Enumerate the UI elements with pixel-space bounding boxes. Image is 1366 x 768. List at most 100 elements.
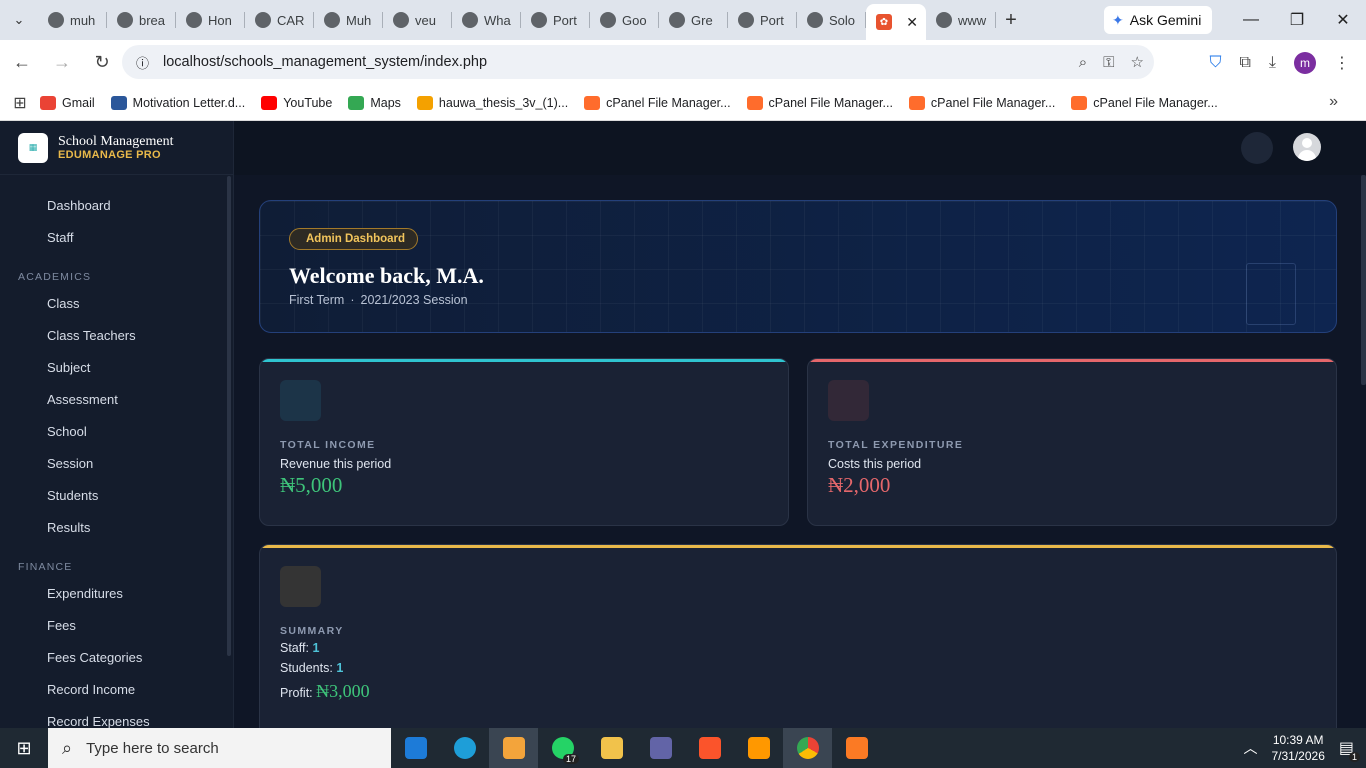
bookmark-icon [1071, 95, 1088, 110]
bookmark-item[interactable]: cPanel File Manager... [908, 95, 1056, 110]
clock[interactable]: 10:39 AM 7/31/2026 [1271, 732, 1324, 764]
windows-taskbar: ⊞ ⌕ Type here to search 17 ︿ 10:39 AM 7/… [0, 728, 1366, 768]
tab[interactable]: Muh [314, 0, 383, 40]
brand-subtitle: EDUMANAGE PRO [58, 149, 161, 161]
tab[interactable]: Port [728, 0, 797, 40]
shield-extension-icon[interactable]: ⛉ [1209, 54, 1221, 72]
clock-time: 10:39 AM [1272, 733, 1324, 747]
tab[interactable]: muh [38, 0, 107, 40]
welcome-banner: Admin Dashboard Welcome back, M.A. First… [259, 200, 1337, 333]
teams-app-icon[interactable] [636, 728, 685, 768]
back-button[interactable]: ← [4, 45, 40, 81]
sidebar-item-record-income[interactable]: Record Income [0, 673, 233, 705]
tab[interactable]: Hon [176, 0, 245, 40]
sidebar-item-session[interactable]: Session [0, 447, 233, 479]
bookmark-star-icon[interactable]: ☆ [1131, 53, 1144, 71]
tab-search-chevron-icon[interactable]: ⌄ [0, 0, 38, 40]
file-explorer-icon[interactable] [587, 728, 636, 768]
notification-icon[interactable]: ▤ 1 [1339, 738, 1360, 762]
sidebar-item-results[interactable]: Results [0, 511, 233, 543]
tab-trailing[interactable]: www [926, 0, 996, 40]
minimize-button[interactable]: — [1228, 0, 1274, 40]
sidebar-item-class-teachers[interactable]: Class Teachers [0, 319, 233, 351]
taskbar-search[interactable]: ⌕ Type here to search [48, 728, 391, 768]
theme-toggle-button[interactable] [1241, 132, 1273, 164]
tab[interactable]: Solo [797, 0, 866, 40]
zoom-icon[interactable]: ⌕ [1079, 54, 1087, 71]
bookmark-label: cPanel File Manager... [930, 95, 1056, 110]
store-app-icon[interactable] [489, 728, 538, 768]
sidebar-item-fees-categories[interactable]: Fees Categories [0, 641, 233, 673]
bookmark-item[interactable]: Maps [348, 95, 401, 110]
key-icon[interactable]: ⚿ [1103, 54, 1114, 71]
total-income-card: TOTAL INCOME Revenue this period ₦5,000 [259, 358, 789, 526]
sidebar-item-assessment[interactable]: Assessment [0, 383, 233, 415]
bookmark-item[interactable]: Gmail [40, 95, 95, 110]
banner-decoration [1246, 263, 1296, 325]
app-topbar [234, 121, 1366, 175]
forward-button[interactable]: → [44, 45, 80, 81]
bookmark-item[interactable]: cPanel File Manager... [584, 95, 731, 110]
reload-button[interactable]: ↻ [84, 45, 120, 81]
main-scrollbar[interactable] [1361, 175, 1366, 385]
tab[interactable]: CAR [245, 0, 314, 40]
bookmark-item[interactable]: Motivation Letter.d... [110, 95, 245, 110]
bookmark-label: YouTube [283, 95, 333, 110]
tab[interactable]: veu [383, 0, 452, 40]
sidebar-item-fees[interactable]: Fees [0, 609, 233, 641]
ask-gemini-button[interactable]: ✦ Ask Gemini [1104, 6, 1212, 34]
bookmark-item[interactable]: hauwa_thesis_3v_(1)... [416, 95, 568, 110]
extensions-puzzle-icon[interactable]: ⧉ [1239, 54, 1250, 72]
tab[interactable]: Goo [590, 0, 659, 40]
tab-active[interactable]: ✿ ✕ [866, 4, 926, 40]
address-bar[interactable]: ⓘ localhost/schools_management_system/in… [122, 45, 1154, 79]
income-label: TOTAL INCOME [280, 439, 376, 451]
new-tab-button[interactable]: + [996, 0, 1026, 40]
gemini-icon [531, 12, 547, 28]
sidebar-scrollbar[interactable] [227, 176, 231, 656]
download-icon[interactable]: ⤓ [1269, 54, 1276, 72]
tab[interactable]: Port [521, 0, 590, 40]
bookmark-item[interactable]: cPanel File Manager... [746, 95, 893, 110]
summary-students: Students: 1 [280, 661, 343, 675]
mail-app-icon[interactable] [391, 728, 440, 768]
profile-avatar[interactable]: m [1294, 51, 1316, 74]
sidebar-item-dashboard[interactable]: Dashboard [0, 189, 233, 221]
tab[interactable]: Gre [659, 0, 728, 40]
students-count: 1 [336, 661, 344, 675]
close-window-button[interactable]: ✕ [1320, 0, 1366, 40]
tray-chevron-icon[interactable]: ︿ [1243, 738, 1257, 758]
chrome-app-icon[interactable] [783, 728, 832, 768]
brave-app-icon[interactable] [685, 728, 734, 768]
openai-icon [807, 12, 823, 28]
menu-kebab-icon[interactable]: ⋮ [1334, 53, 1350, 73]
bookmark-item[interactable]: YouTube [261, 95, 333, 110]
tab[interactable]: Wha [452, 0, 521, 40]
site-info-icon[interactable]: ⓘ [136, 53, 149, 72]
globe-icon [936, 12, 952, 28]
tab-title: Gre [691, 12, 713, 28]
whatsapp-badge: 17 [562, 754, 579, 764]
tab-close-icon[interactable]: ✕ [906, 14, 918, 31]
sidebar-item-students[interactable]: Students [0, 479, 233, 511]
apps-grid-icon[interactable]: ⊞ [0, 93, 40, 113]
sidebar-item-school[interactable]: School [0, 415, 233, 447]
section-finance: FINANCE [18, 561, 73, 573]
tab[interactable]: brea [107, 0, 176, 40]
edge-app-icon[interactable] [440, 728, 489, 768]
xampp-icon: ✿ [876, 14, 892, 30]
restore-button[interactable]: ❐ [1274, 0, 1320, 40]
total-expenditure-card: TOTAL EXPENDITURE Costs this period ₦2,0… [807, 358, 1337, 526]
bookmark-icon [40, 95, 56, 110]
sidebar-item-expenditures[interactable]: Expenditures [0, 577, 233, 609]
bookmark-item[interactable]: cPanel File Manager... [1071, 95, 1218, 110]
windows-start-icon[interactable]: ⊞ [0, 728, 48, 768]
user-avatar[interactable] [1293, 133, 1321, 161]
xampp-app-icon[interactable] [832, 728, 881, 768]
sidebar-item-subject[interactable]: Subject [0, 351, 233, 383]
sidebar-item-class[interactable]: Class [0, 287, 233, 319]
sublime-app-icon[interactable] [734, 728, 783, 768]
whatsapp-app-icon[interactable]: 17 [538, 728, 587, 768]
more-bookmarks-icon[interactable]: » [1329, 93, 1338, 111]
sidebar-item-staff[interactable]: Staff [0, 221, 233, 253]
